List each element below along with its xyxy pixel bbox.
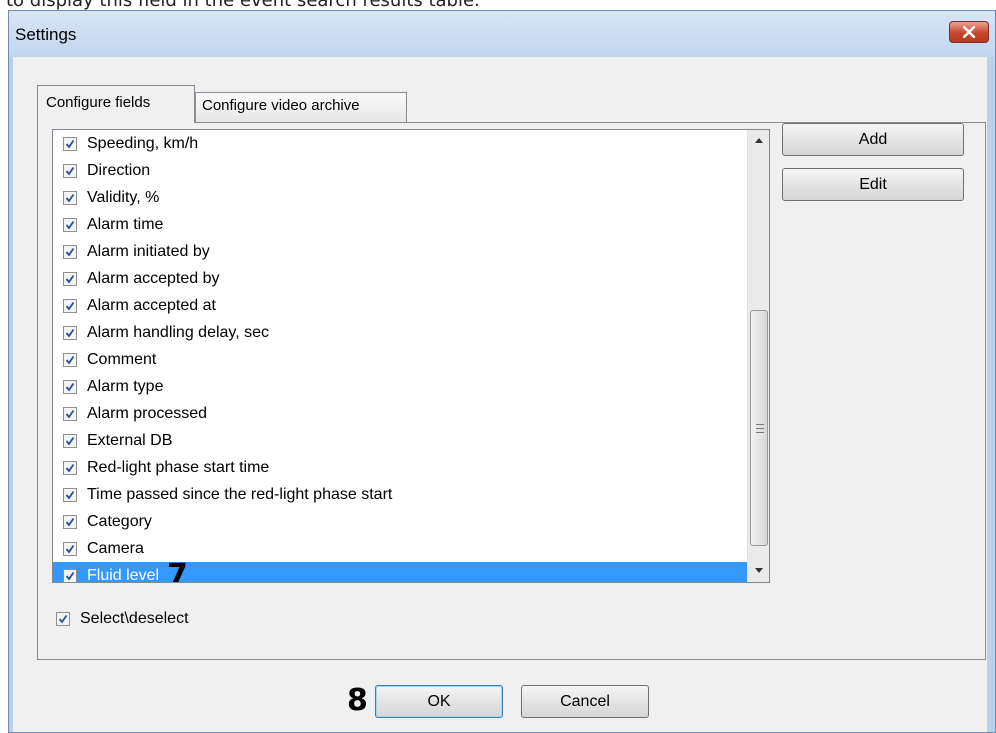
checkmark-icon [65,490,75,499]
field-label: Speeding, km/h [87,134,199,152]
list-item[interactable]: Time passed since the red-light phase st… [53,481,748,508]
scroll-down-icon [755,568,763,573]
checkmark-icon [65,139,75,148]
vertical-scrollbar[interactable] [747,130,769,582]
scroll-up-button[interactable] [748,130,769,152]
list-item[interactable]: Speeding, km/h [53,130,748,157]
list-item[interactable]: Alarm type [53,373,748,400]
step-marker-7: 7 [167,558,188,583]
configure-fields-panel: Speeding, km/h Direction Validity, % Alarm … [37,122,986,660]
checkmark-icon [65,571,75,580]
select-deselect-check[interactable] [56,612,70,626]
field-checkbox[interactable] [63,460,77,475]
list-item[interactable]: Alarm accepted at [53,292,748,319]
field-label: Direction [87,161,151,179]
field-checkbox[interactable] [63,433,77,448]
scroll-thumb[interactable] [750,310,768,546]
field-checkbox[interactable] [63,514,77,529]
window-title: Settings [15,25,77,44]
scroll-grip-icon [756,424,764,433]
checkmark-icon [65,301,75,310]
field-checkbox[interactable] [63,568,77,582]
scroll-down-button[interactable] [748,560,769,582]
checkmark-icon [65,355,75,364]
tab-configure-video-archive[interactable]: Configure video archive [195,92,407,123]
field-checkbox[interactable] [63,217,77,232]
list-item[interactable]: Category [53,508,748,535]
field-label: Time passed since the red-light phase st… [87,485,393,503]
list-item[interactable]: Direction [53,157,748,184]
list-item[interactable]: Red-light phase start time [53,454,748,481]
field-label: Alarm initiated by [87,242,210,260]
checkmark-icon [65,409,75,418]
settings-dialog: Settings Configure fields Configure vide… [8,10,996,733]
dialog-body: Configure fields Configure video archive… [13,57,987,732]
field-checkbox[interactable] [63,406,77,421]
list-item[interactable]: Alarm handling delay, sec [53,319,748,346]
checkmark-icon [65,382,75,391]
checkmark-icon [65,220,75,229]
select-deselect-label: Select\deselect [80,610,189,627]
checkmark-icon [65,436,75,445]
list-item[interactable]: Alarm accepted by [53,265,748,292]
ok-button[interactable]: OK [375,685,503,718]
field-label: Camera [87,539,144,557]
checkmark-icon [65,463,75,472]
cancel-button[interactable]: Cancel [521,685,649,718]
field-label: Alarm handling delay, sec [87,323,270,341]
checkmark-icon [65,544,75,553]
title-bar: Settings [9,11,995,57]
field-checkbox[interactable] [63,379,77,394]
field-label: External DB [87,431,173,449]
field-checkbox[interactable] [63,352,77,367]
field-label: Alarm type [87,377,164,395]
list-item[interactable]: Alarm processed [53,400,748,427]
select-deselect-checkbox[interactable]: Select\deselect [56,610,189,628]
checkmark-icon [65,328,75,337]
field-checkbox[interactable] [63,298,77,313]
field-checkbox[interactable] [63,163,77,178]
field-label: Alarm time [87,215,164,233]
list-item[interactable]: Alarm time [53,211,748,238]
fields-checklist[interactable]: Speeding, km/h Direction Validity, % Alarm … [52,129,770,583]
list-item[interactable]: Camera [53,535,748,562]
checkmark-icon [65,517,75,526]
field-checkbox[interactable] [63,487,77,502]
checkmark-icon [58,614,68,624]
field-label: Alarm accepted by [87,269,220,287]
field-label: Alarm processed [87,404,208,422]
field-label: Validity, % [87,188,160,206]
field-label: Fluid level [87,566,160,583]
list-item[interactable]: Alarm initiated by [53,238,748,265]
field-label: Alarm accepted at [87,296,216,314]
field-checkbox[interactable] [63,325,77,340]
tab-configure-fields[interactable]: Configure fields [37,85,195,123]
scroll-up-icon [755,138,763,143]
field-checkbox[interactable] [63,136,77,151]
field-checkbox[interactable] [63,244,77,259]
field-label: Category [87,512,152,530]
field-checkbox[interactable] [63,541,77,556]
list-item[interactable]: Validity, % [53,184,748,211]
list-item[interactable]: External DB [53,427,748,454]
field-label: Comment [87,350,157,368]
add-button[interactable]: Add [782,123,964,156]
field-checkbox[interactable] [63,271,77,286]
checkmark-icon [65,274,75,283]
close-button[interactable] [949,21,989,43]
checkmark-icon [65,247,75,256]
field-checkbox[interactable] [63,190,77,205]
checkmark-icon [65,193,75,202]
close-icon [963,26,975,38]
edit-button[interactable]: Edit [782,168,964,201]
checkmark-icon [65,166,75,175]
field-label: Red-light phase start time [87,458,270,476]
step-marker-8: 8 [347,683,368,718]
list-item[interactable]: Comment [53,346,748,373]
list-item[interactable]: Fluid level 7 [53,558,748,583]
